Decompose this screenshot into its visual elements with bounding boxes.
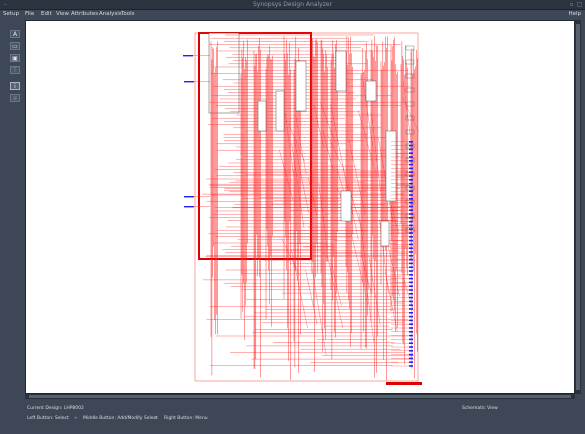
menu-analysis[interactable]: Analysis <box>99 10 122 19</box>
schematic-drawing <box>183 32 422 385</box>
title-bar[interactable]: – Synopsys Design Analyzer ▫ □ <box>0 0 585 10</box>
menu-edit[interactable]: Edit <box>41 10 52 19</box>
menu-setup[interactable]: Setup <box>3 10 19 19</box>
menu-bar: Setup File Edit View Attributes Analysis… <box>0 10 585 19</box>
view-mode-label: Schematic View <box>462 406 498 411</box>
menu-file[interactable]: File <box>25 10 34 19</box>
right-button-hint: Right Button: Menu <box>164 416 208 421</box>
minimize-icon[interactable]: ▫ <box>568 1 575 8</box>
menu-tools[interactable]: Tools <box>121 10 135 19</box>
menu-help[interactable]: Help <box>568 10 581 19</box>
view-icon[interactable]: ▭ <box>10 42 20 50</box>
schematic-canvas[interactable] <box>25 20 575 394</box>
menu-view[interactable]: View <box>56 10 69 19</box>
maximize-icon[interactable]: □ <box>576 1 583 8</box>
separator: + <box>154 416 158 421</box>
menu-attributes[interactable]: Attributes <box>71 10 98 19</box>
left-button-hint: Left Button: Select <box>27 416 69 421</box>
tool-palette: A ▭ ▣ T i ⊕ <box>10 30 22 106</box>
current-design-label: Current Design: LHP8002 <box>27 406 84 411</box>
status-area: Current Design: LHP8002 Schematic View L… <box>0 400 585 434</box>
horizontal-scroll-thumb[interactable] <box>29 395 571 398</box>
horizontal-scrollbar[interactable] <box>25 394 575 399</box>
info-icon[interactable]: i <box>10 82 20 90</box>
vertical-scroll-thumb[interactable] <box>576 24 580 390</box>
window-title: Synopsys Design Analyzer <box>252 1 333 8</box>
vertical-scrollbar[interactable] <box>575 20 581 394</box>
chip-icon[interactable]: ▣ <box>10 54 20 62</box>
zoom-icon[interactable]: ⊕ <box>10 94 20 102</box>
add-icon[interactable]: A <box>10 30 20 38</box>
middle-button-hint: Middle Button: Add/Modify Select <box>83 416 158 421</box>
text-icon[interactable]: T <box>10 66 20 74</box>
application-window: – Synopsys Design Analyzer ▫ □ Setup Fil… <box>0 0 585 434</box>
separator: + <box>74 416 78 421</box>
